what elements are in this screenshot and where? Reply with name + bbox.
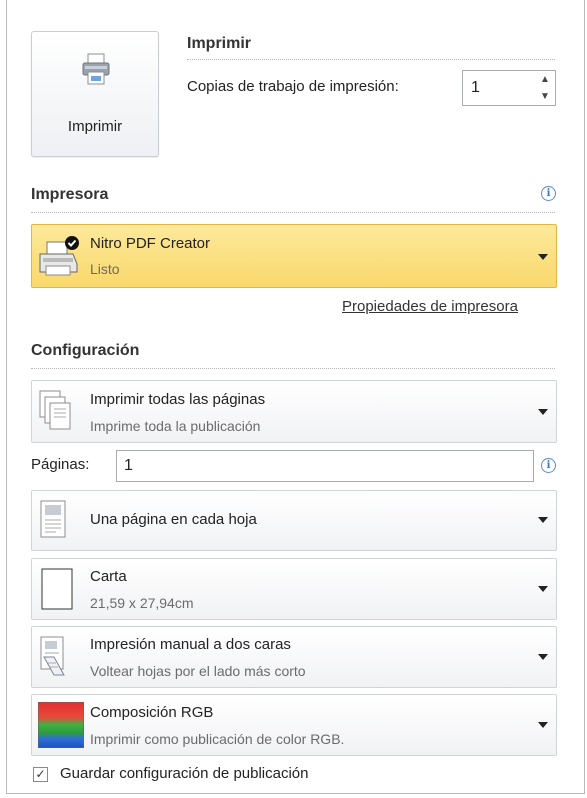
chevron-down-icon xyxy=(538,409,548,415)
printer-section-title: Impresora xyxy=(31,186,109,203)
page-layout-dropdown[interactable]: Una página en cada hoja xyxy=(31,490,557,551)
stepper-down-icon[interactable]: ▼ xyxy=(535,88,555,105)
print-range-dropdown[interactable]: Imprimir todas las páginas Imprime toda … xyxy=(31,380,557,443)
pages-input-value: 1 xyxy=(124,457,133,474)
print-button-label: Imprimir xyxy=(67,118,123,135)
printer-status: Listo xyxy=(90,261,120,277)
printer-properties-link[interactable]: Propiedades de impresora xyxy=(342,298,518,315)
duplex-title: Impresión manual a dos caras xyxy=(90,636,291,653)
page-layout-title: Una página en cada hoja xyxy=(90,511,257,528)
save-settings-checkbox[interactable]: ✓ xyxy=(33,767,48,782)
print-range-subtitle: Imprime toda la publicación xyxy=(90,418,261,434)
pages-stack-icon xyxy=(39,390,71,430)
duplex-dropdown[interactable]: Impresión manual a dos caras Voltear hoj… xyxy=(31,626,557,688)
printer-name: Nitro PDF Creator xyxy=(90,235,211,252)
pages-input[interactable]: 1 xyxy=(116,450,534,482)
duplex-subtitle: Voltear hojas por el lado más corto xyxy=(90,663,306,679)
copies-label: Copias de trabajo de impresión: xyxy=(187,78,399,95)
divider xyxy=(31,368,555,369)
printer-device-icon xyxy=(39,236,79,276)
blank-page-icon xyxy=(41,568,73,610)
printer-icon xyxy=(82,53,110,85)
divider xyxy=(187,59,555,60)
chevron-down-icon xyxy=(538,586,548,592)
save-settings-label: Guardar configuración de publicación xyxy=(60,765,309,782)
duplex-page-icon xyxy=(40,636,65,676)
chevron-down-icon xyxy=(538,722,548,728)
paper-size-dropdown[interactable]: Carta 21,59 x 27,94cm xyxy=(31,558,557,620)
print-section-title: Imprimir xyxy=(187,35,252,52)
color-mode-dropdown[interactable]: Composición RGB Imprimir como publicació… xyxy=(31,694,557,756)
chevron-down-icon xyxy=(538,654,548,660)
copies-value: 1 xyxy=(471,79,480,96)
page-layout-icon xyxy=(40,500,66,538)
info-icon[interactable]: i xyxy=(541,458,556,473)
color-mode-title: Composición RGB xyxy=(90,704,214,721)
color-mode-subtitle: Imprimir como publicación de color RGB. xyxy=(90,731,345,747)
divider xyxy=(31,212,555,213)
settings-section-title: Configuración xyxy=(31,342,140,359)
copies-stepper[interactable]: 1 ▲ ▼ xyxy=(462,70,556,106)
chevron-down-icon xyxy=(538,254,548,260)
chevron-down-icon xyxy=(538,517,548,523)
pages-label: Páginas: xyxy=(31,456,90,473)
paper-size-subtitle: 21,59 x 27,94cm xyxy=(90,595,194,611)
print-range-title: Imprimir todas las páginas xyxy=(90,391,266,408)
info-icon[interactable]: i xyxy=(541,186,556,201)
stepper-up-icon[interactable]: ▲ xyxy=(535,71,555,88)
paper-size-title: Carta xyxy=(90,568,127,585)
rgb-color-icon xyxy=(38,702,84,748)
print-button[interactable]: Imprimir xyxy=(31,31,159,157)
printer-dropdown[interactable]: Nitro PDF Creator Listo xyxy=(31,224,557,288)
